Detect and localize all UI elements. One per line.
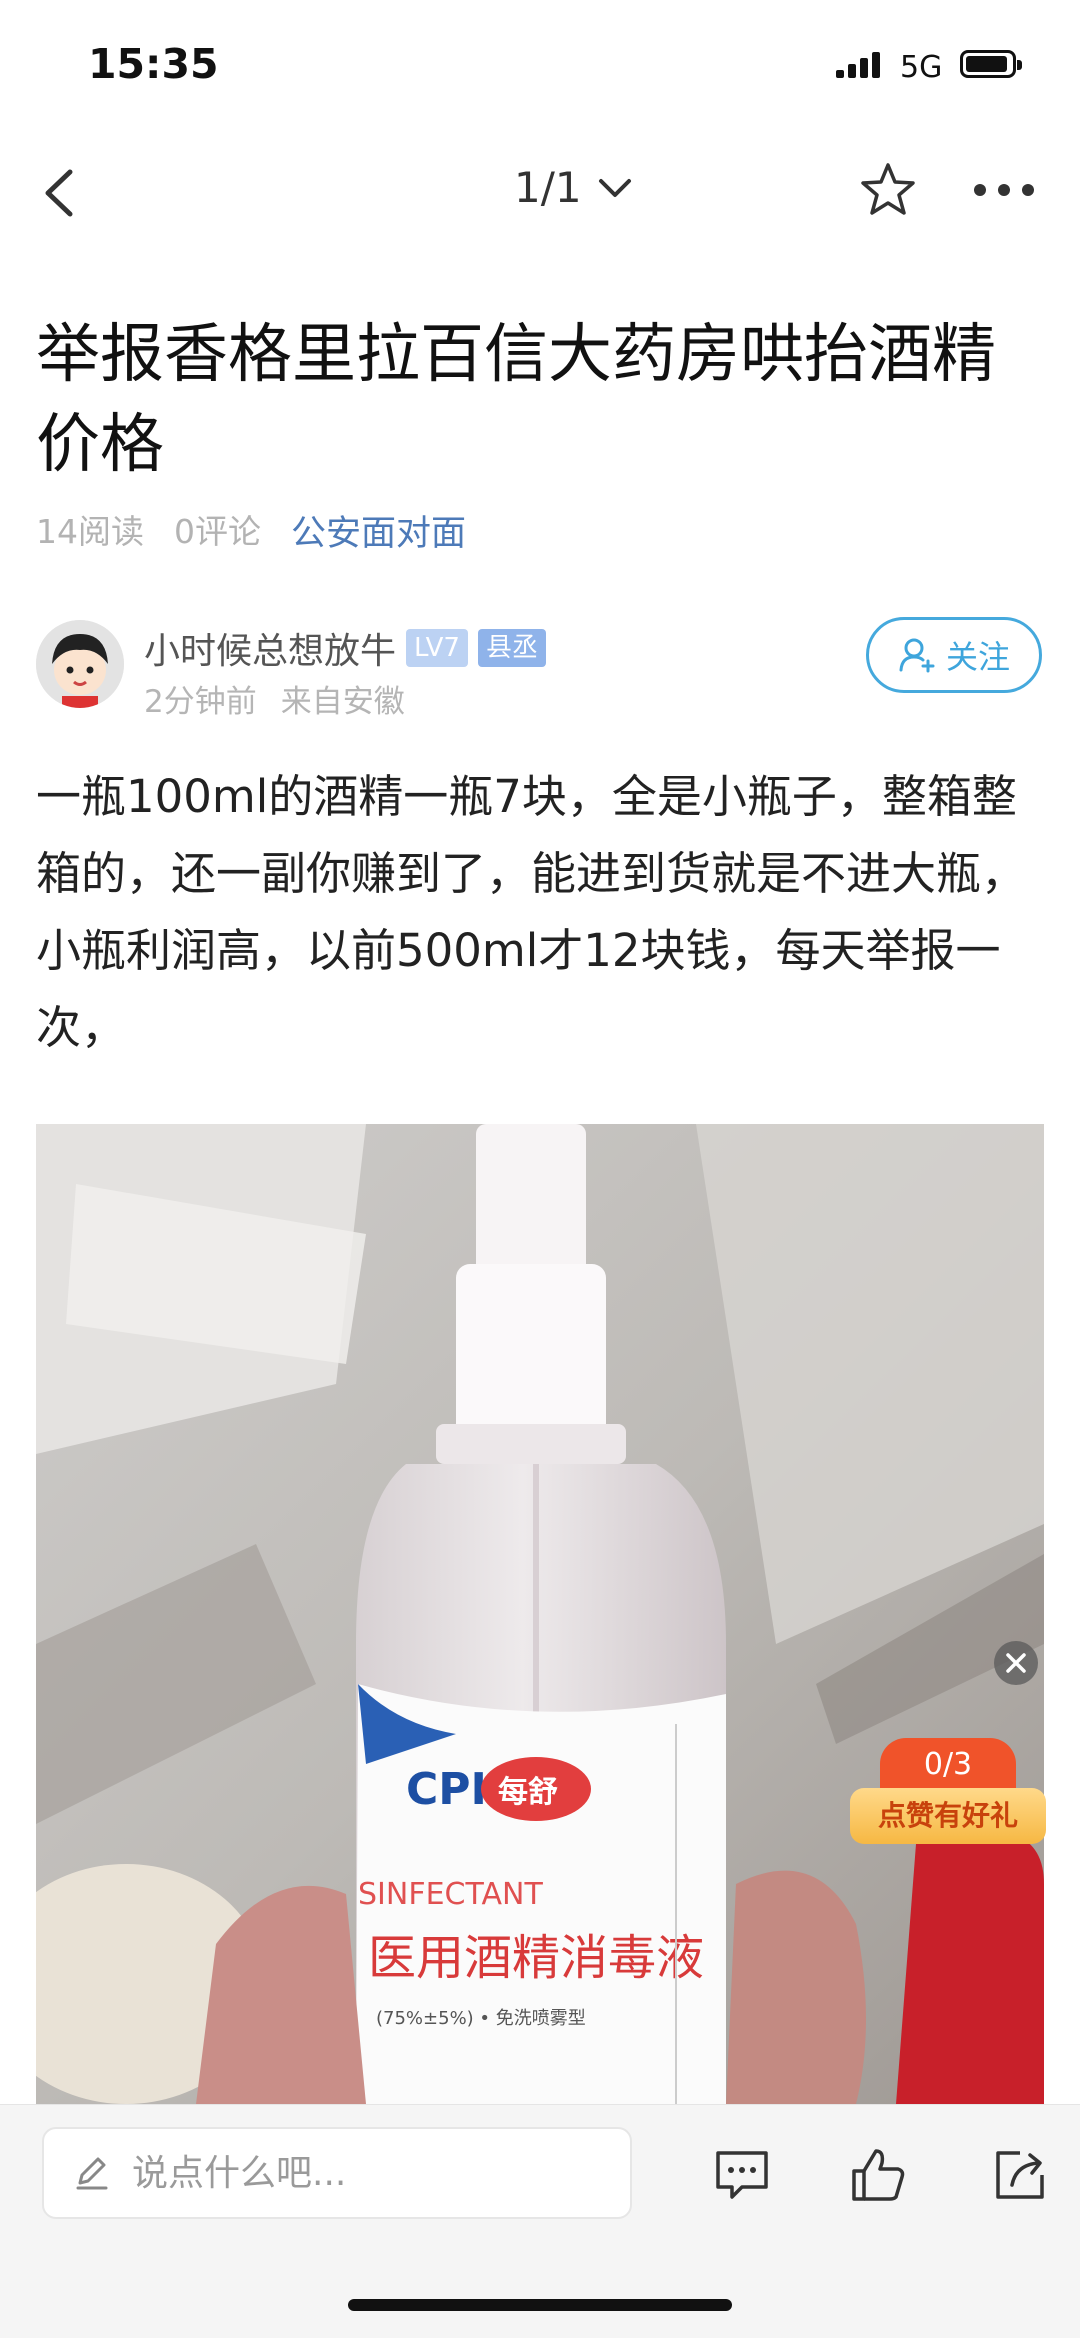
- status-time: 15:35: [88, 40, 219, 88]
- avatar-image: [36, 620, 124, 708]
- post-meta: 14阅读 0评论 公安面对面: [36, 505, 466, 556]
- more-icon[interactable]: [972, 176, 1036, 204]
- follow-button[interactable]: 关注: [866, 617, 1042, 693]
- comment-box[interactable]: [42, 2127, 632, 2219]
- post-title: 举报香格里拉百信大药房哄抬酒精价格: [36, 318, 996, 482]
- comment-icon[interactable]: [712, 2145, 772, 2205]
- favorite-star-icon[interactable]: [858, 160, 918, 220]
- share-icon[interactable]: [990, 2145, 1050, 2205]
- read-count: 14阅读: [36, 512, 144, 551]
- like-icon[interactable]: [848, 2145, 908, 2205]
- back-icon[interactable]: [38, 168, 82, 218]
- author-subline: 2分钟前 来自安徽: [144, 676, 405, 721]
- post-time: 2分钟前: [144, 684, 257, 720]
- network-type: 5G: [900, 50, 943, 85]
- svg-text:SINFECTANT: SINFECTANT: [358, 1877, 543, 1912]
- close-icon: [1006, 1653, 1026, 1673]
- like-reward-widget[interactable]: 0/3 点赞有好礼: [850, 1738, 1046, 1844]
- promo-close-button[interactable]: [994, 1641, 1038, 1685]
- status-bar: 15:35 5G: [0, 0, 1080, 140]
- post-location: 来自安徽: [280, 684, 405, 720]
- author-name[interactable]: 小时候总想放牛: [144, 622, 396, 674]
- battery-icon: [960, 50, 1022, 78]
- avatar[interactable]: [36, 620, 124, 708]
- spray-bottle-photo: CPIC 每舒 SINFECTANT 医用酒精消毒液 (75%±5%) • 免洗…: [36, 1124, 1044, 2104]
- follow-label: 关注: [945, 638, 1010, 676]
- chevron-down-icon: [598, 178, 631, 197]
- post-photo[interactable]: CPIC 每舒 SINFECTANT 医用酒精消毒液 (75%±5%) • 免洗…: [36, 1124, 1044, 2104]
- reward-label: 点赞有好礼: [850, 1788, 1046, 1844]
- home-indicator: [348, 2299, 732, 2311]
- pencil-icon: [76, 2157, 108, 2190]
- page-selector[interactable]: 1/1: [514, 163, 632, 212]
- topic-tag[interactable]: 公安面对面: [291, 505, 466, 556]
- comment-count: 0评论: [174, 512, 261, 551]
- like-progress: 0/3: [880, 1738, 1016, 1790]
- signal-icon: [836, 52, 880, 78]
- author-info: 小时候总想放牛 LV7 县丞: [144, 622, 546, 674]
- svg-text:医用酒精消毒液: 医用酒精消毒液: [368, 1930, 704, 1986]
- comment-input[interactable]: [130, 2151, 594, 2195]
- level-badge: LV7: [406, 629, 468, 667]
- svg-text:(75%±5%) • 免洗喷雾型: (75%±5%) • 免洗喷雾型: [376, 2008, 586, 2029]
- page-indicator: 1/1: [514, 163, 582, 212]
- rank-badge: 县丞: [477, 629, 546, 667]
- svg-text:每舒: 每舒: [498, 1775, 558, 1810]
- add-user-icon: [899, 638, 935, 673]
- post-body: 一瓶100ml的酒精一瓶7块，全是小瓶子，整箱整箱的，还一副你赚到了，能进到货就…: [36, 770, 1027, 1054]
